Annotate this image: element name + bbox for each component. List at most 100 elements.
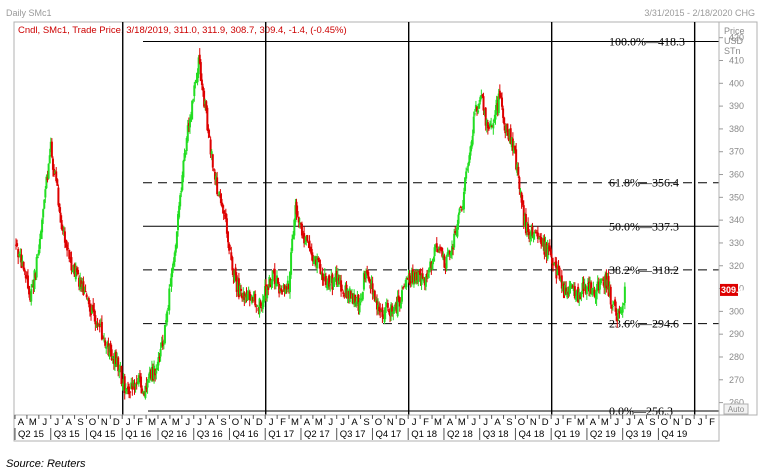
fib-level-label: 61.8%—356.4 — [609, 176, 679, 190]
candle-body — [208, 135, 211, 137]
x-month-label: A — [590, 417, 597, 428]
x-month-label: S — [77, 417, 83, 428]
x-month-label: M — [434, 417, 442, 428]
candle-body — [67, 248, 70, 250]
candle-body — [104, 340, 107, 346]
x-quarter-label: Q3 17 — [340, 429, 366, 440]
candle-body — [254, 293, 257, 306]
candle-body — [431, 263, 434, 270]
x-month-label: S — [649, 417, 655, 428]
x-month-label: O — [661, 417, 668, 428]
candle-body — [159, 348, 162, 357]
x-quarter-label: Q1 17 — [268, 429, 294, 440]
x-month-label: O — [89, 417, 96, 428]
x-month-label: J — [126, 417, 131, 428]
x-month-label: J — [626, 417, 631, 428]
candle-body — [517, 166, 520, 175]
x-month-label: A — [351, 417, 358, 428]
x-month-label: F — [423, 417, 429, 428]
candle-body — [402, 287, 405, 289]
candle-body — [384, 307, 387, 313]
source-note: Source: Reuters — [6, 458, 86, 470]
x-quarter-label: Q1 16 — [125, 429, 151, 440]
x-month-label: N — [530, 417, 537, 428]
x-month-label: S — [506, 417, 512, 428]
candle-body — [48, 155, 51, 164]
x-month-label: M — [577, 417, 585, 428]
candle-body — [50, 141, 53, 157]
x-quarter-label: Q4 17 — [375, 429, 401, 440]
x-month-label: M — [148, 417, 156, 428]
candle-body — [445, 256, 448, 269]
x-month-label: M — [601, 417, 609, 428]
candle-body — [341, 289, 344, 291]
candle-body — [329, 284, 332, 286]
x-quarter-label: Q4 16 — [232, 429, 258, 440]
candle-body — [400, 290, 403, 302]
y-tick-label: 290 — [729, 329, 744, 339]
x-quarter-label: Q2 18 — [447, 429, 473, 440]
candle-body — [38, 238, 41, 249]
x-month-label: S — [363, 417, 369, 428]
candle-body — [386, 302, 389, 308]
x-month-label: M — [291, 417, 299, 428]
candle-body — [47, 163, 50, 179]
x-quarter-label: Q4 19 — [661, 429, 687, 440]
candle-body — [256, 305, 259, 307]
x-month-label: J — [197, 417, 202, 428]
x-quarter-label: Q3 16 — [197, 429, 223, 440]
candle-body — [609, 286, 612, 305]
x-month-label: J — [328, 417, 333, 428]
y-tick-label: 300 — [729, 306, 744, 316]
x-month-label: O — [518, 417, 525, 428]
x-month-label: D — [256, 417, 263, 428]
y-tick-label: 400 — [729, 78, 744, 88]
x-month-label: J — [54, 417, 59, 428]
candle-body — [306, 235, 309, 241]
y-tick-label: 380 — [729, 124, 744, 134]
x-month-label: N — [244, 417, 251, 428]
date-range-label: 3/31/2015 - 2/18/2020 CHG — [644, 8, 755, 18]
candle-body — [291, 238, 294, 251]
x-month-label: J — [42, 417, 47, 428]
candle-body — [472, 116, 475, 134]
candle-body — [477, 110, 480, 113]
chart-frame: Daily SMc1 3/31/2015 - 2/18/2020 CHG Cnd… — [6, 8, 758, 470]
y-tick-label: 340 — [729, 215, 744, 225]
candle-body — [70, 257, 73, 271]
candle-body — [471, 135, 474, 145]
candle-body — [211, 154, 214, 168]
candle-body — [163, 324, 166, 344]
candle-body — [16, 243, 19, 247]
candle-body — [57, 187, 60, 206]
x-month-label: J — [412, 417, 417, 428]
candle-body — [84, 291, 87, 293]
x-month-label: S — [220, 417, 226, 428]
x-quarter-label: Q2 17 — [304, 429, 330, 440]
candle-body — [435, 243, 438, 248]
candle-body — [458, 208, 461, 214]
chart-window-title: Daily SMc1 — [6, 8, 52, 18]
candle-body — [129, 391, 132, 393]
x-month-label: J — [269, 417, 274, 428]
y-tick-label: 420 — [729, 33, 744, 43]
x-month-label: F — [137, 417, 143, 428]
candle-body — [76, 269, 79, 275]
candle-body — [518, 177, 521, 189]
candle-body — [296, 211, 299, 216]
candle-body — [240, 288, 243, 291]
x-month-label: A — [494, 417, 501, 428]
x-month-label: A — [447, 417, 454, 428]
y-tick-label: 410 — [729, 55, 744, 65]
x-month-label: J — [555, 417, 560, 428]
x-quarter-label: Q2 16 — [161, 429, 187, 440]
y-tick-label: 360 — [729, 170, 744, 180]
x-month-label: A — [65, 417, 72, 428]
x-quarter-label: Q4 15 — [89, 429, 115, 440]
x-quarter-label: Q1 19 — [554, 429, 580, 440]
candle-body — [42, 209, 45, 218]
candle-body — [210, 151, 213, 154]
candle-body — [457, 214, 460, 224]
fib-level-label: 38.2%—318.2 — [609, 263, 679, 277]
x-month-label: D — [542, 417, 549, 428]
